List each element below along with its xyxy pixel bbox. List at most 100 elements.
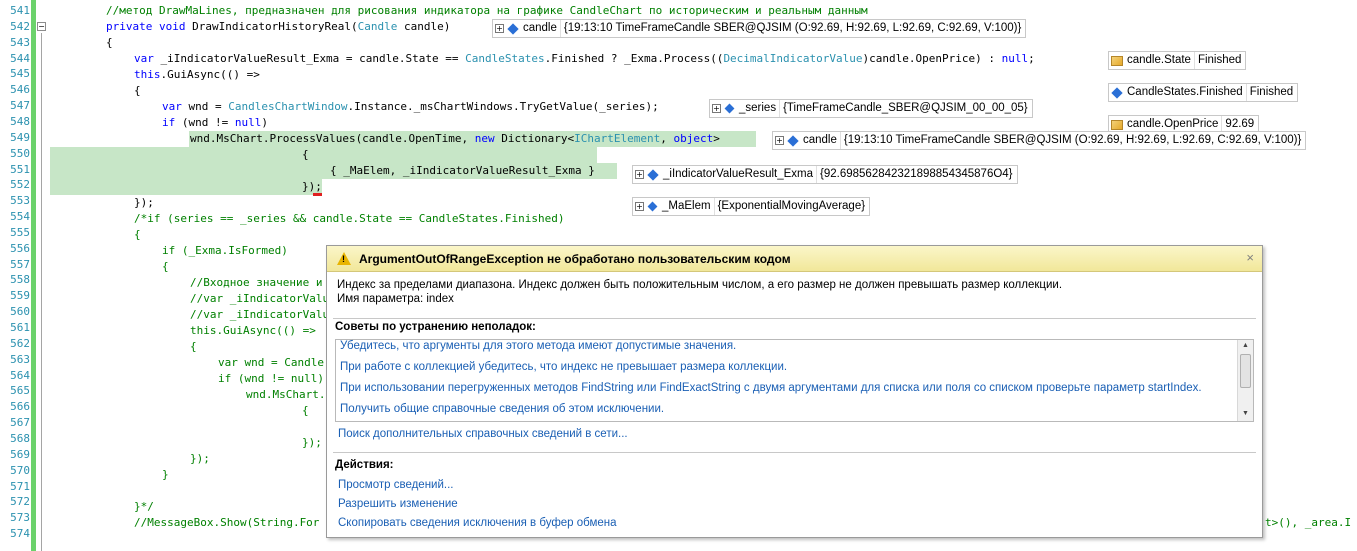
code-line[interactable]: { [190, 339, 197, 355]
datatip-candle[interactable]: + candle {19:13:10 TimeFrameCandle SBER@QJ… [492, 19, 1027, 38]
code-line[interactable]: //метод DrawMaLines, предназначен для ри… [106, 3, 868, 19]
datatip-name: _series [739, 102, 777, 114]
code-comment: //MessageBox.Show(String.For [134, 516, 320, 529]
datatip-candlestates-finished[interactable]: CandleStates.Finished Finished [1108, 83, 1299, 102]
code-text: )candle.OpenPrice) : [862, 52, 1002, 65]
code-line[interactable]: var wnd = Candle [218, 355, 324, 371]
datatip-value[interactable]: Finished [1193, 52, 1241, 69]
collapse-icon[interactable]: − [37, 22, 46, 31]
line-number: 547 [10, 99, 30, 113]
datatip-name: CandleStates.Finished [1127, 86, 1243, 98]
code-line[interactable]: //Входное значение и [190, 275, 322, 291]
code-line[interactable]: }); [302, 435, 322, 451]
code-line[interactable]: } [162, 467, 169, 483]
code-line[interactable]: { [134, 227, 141, 243]
expand-icon[interactable]: + [495, 24, 504, 33]
datatip-candle-state[interactable]: candle.State Finished [1108, 51, 1247, 70]
field-icon [787, 134, 799, 147]
exception-message-text: Индекс за пределами диапазона. Индекс до… [337, 279, 1063, 291]
search-online-link[interactable]: Поиск дополнительных справочных сведений… [338, 428, 628, 440]
datatip-name: candle.State [1127, 54, 1191, 66]
code-comment: /*if (series == _series && candle.State … [134, 212, 565, 225]
code-line[interactable]: var _iIndicatorValueResult_Exma = candle… [134, 51, 1035, 67]
code-line[interactable]: }); [134, 195, 154, 211]
code-line[interactable]: /*if (series == _series && candle.State … [134, 211, 564, 227]
code-comment: if (wnd != null) [218, 372, 324, 385]
expand-icon[interactable]: + [635, 170, 644, 179]
code-line[interactable]: if (wnd != null) [162, 115, 268, 131]
code-line[interactable]: }*/ [134, 499, 154, 515]
line-number: 568 [10, 431, 30, 445]
troubleshooting-tip-link[interactable]: Получить общие справочные сведения об эт… [340, 403, 664, 415]
code-line[interactable]: //MessageBox.Show(String.For [134, 515, 319, 531]
code-line[interactable]: t>(), _area.I [1265, 515, 1351, 531]
code-line[interactable]: if (wnd != null) [218, 371, 324, 387]
datatip-value[interactable]: {19:13:10 TimeFrameCandle SBER@QJSIM (O:… [839, 132, 1301, 149]
line-number: 569 [10, 447, 30, 461]
code-text: }); [302, 180, 322, 193]
divider [333, 318, 1256, 319]
code-line[interactable]: { [302, 147, 309, 163]
line-number: 556 [10, 241, 30, 255]
enable-editing-link[interactable]: Разрешить изменение [338, 498, 458, 510]
code-line[interactable]: { [106, 35, 113, 51]
code-keyword: if [162, 116, 176, 129]
close-button[interactable]: × [1246, 250, 1254, 265]
datatip-name: _MaElem [662, 200, 711, 212]
line-number: 558 [10, 273, 30, 287]
code-line[interactable]: this.GuiAsync(() => [190, 323, 316, 339]
code-keyword: this [134, 68, 161, 81]
line-number: 571 [10, 479, 30, 493]
scroll-up-icon[interactable]: ▲ [1242, 342, 1249, 349]
datatip-candle-inner[interactable]: + candle {19:13:10 TimeFrameCandle SBER@QJ… [772, 131, 1307, 150]
troubleshooting-tip-link[interactable]: Убедитесь, что аргументы для этого метод… [340, 340, 736, 352]
expand-icon[interactable]: + [775, 136, 784, 145]
code-line[interactable]: { [162, 259, 169, 275]
scrollbar[interactable]: ▲ ▼ [1237, 340, 1253, 421]
code-comment: //var _iIndicatorValu [190, 308, 330, 321]
code-line[interactable]: this.GuiAsync(() => [134, 67, 260, 83]
line-number: 554 [10, 210, 30, 224]
datatip-value[interactable]: {TimeFrameCandle_SBER@QJSIM_00_00_05} [779, 100, 1028, 117]
code-line[interactable]: wnd.MsChart.ProcessValues(candle.OpenTim… [190, 131, 720, 147]
code-line[interactable]: wnd.MsChart. [246, 387, 325, 403]
troubleshooting-tip-link[interactable]: При использовании перегруженных методов … [340, 382, 1202, 394]
code-line[interactable]: var wnd = CandlesChartWindow.Instance._m… [162, 99, 659, 115]
code-text: _iIndicatorValueResult_Exma = candle.Sta… [153, 52, 466, 65]
copy-exception-link[interactable]: Скопировать сведения исключения в буфер … [338, 517, 617, 529]
code-keyword: var [134, 52, 154, 65]
scroll-down-icon[interactable]: ▼ [1242, 410, 1249, 417]
scrollbar-thumb[interactable] [1240, 354, 1251, 388]
code-line[interactable]: //var _iIndicatorValu [190, 307, 329, 323]
expand-icon[interactable]: + [635, 202, 644, 211]
exception-message: Индекс за пределами диапазона. Индекс до… [337, 278, 1247, 306]
actions-heading: Действия: [335, 459, 394, 471]
field-icon [507, 22, 519, 35]
code-line[interactable]: { [134, 83, 141, 99]
code-line[interactable]: }); [190, 451, 210, 467]
datatip-value[interactable]: {92.698562842321898854345876O4} [816, 166, 1013, 183]
datatip-value[interactable]: {ExponentialMovingAverage} [713, 198, 865, 215]
datatip-value[interactable]: {19:13:10 TimeFrameCandle SBER@QJSIM (O:… [559, 20, 1021, 37]
datatip-series[interactable]: + _series {TimeFrameCandle_SBER@QJSIM_00_0… [709, 99, 1033, 118]
view-detail-link[interactable]: Просмотр сведений... [338, 479, 453, 491]
code-line[interactable]: if (_Exma.IsFormed) [162, 243, 288, 259]
code-text: , [660, 132, 674, 145]
line-number: 545 [10, 67, 30, 81]
datatip-result-exma[interactable]: + _iIndicatorValueResult_Exma {92.69856284… [632, 165, 1018, 184]
code-text: ) [261, 116, 268, 129]
code-line[interactable]: { _MaElem, _iIndicatorValueResult_Exma } [330, 163, 595, 179]
troubleshooting-tip-link[interactable]: При работе с коллекцией убедитесь, что и… [340, 361, 787, 373]
datatip-value[interactable]: Finished [1245, 84, 1293, 101]
expand-icon[interactable]: + [712, 104, 721, 113]
code-comment: wnd.MsChart. [246, 388, 326, 401]
troubleshooting-list[interactable]: Убедитесь, что аргументы для этого метод… [335, 339, 1254, 422]
datatip-maelem[interactable]: + _MaElem {ExponentialMovingAverage} [632, 197, 871, 216]
code-line[interactable]: { [302, 403, 309, 419]
error-squiggle [313, 193, 322, 196]
code-line[interactable]: //var _iIndicatorValu [190, 291, 329, 307]
code-type: Candle [357, 20, 398, 33]
property-icon [1111, 119, 1123, 130]
code-line[interactable]: private void DrawIndicatorHistoryReal(Ca… [106, 19, 450, 35]
code-text: .Finished ? _Exma.Process(( [544, 52, 724, 65]
